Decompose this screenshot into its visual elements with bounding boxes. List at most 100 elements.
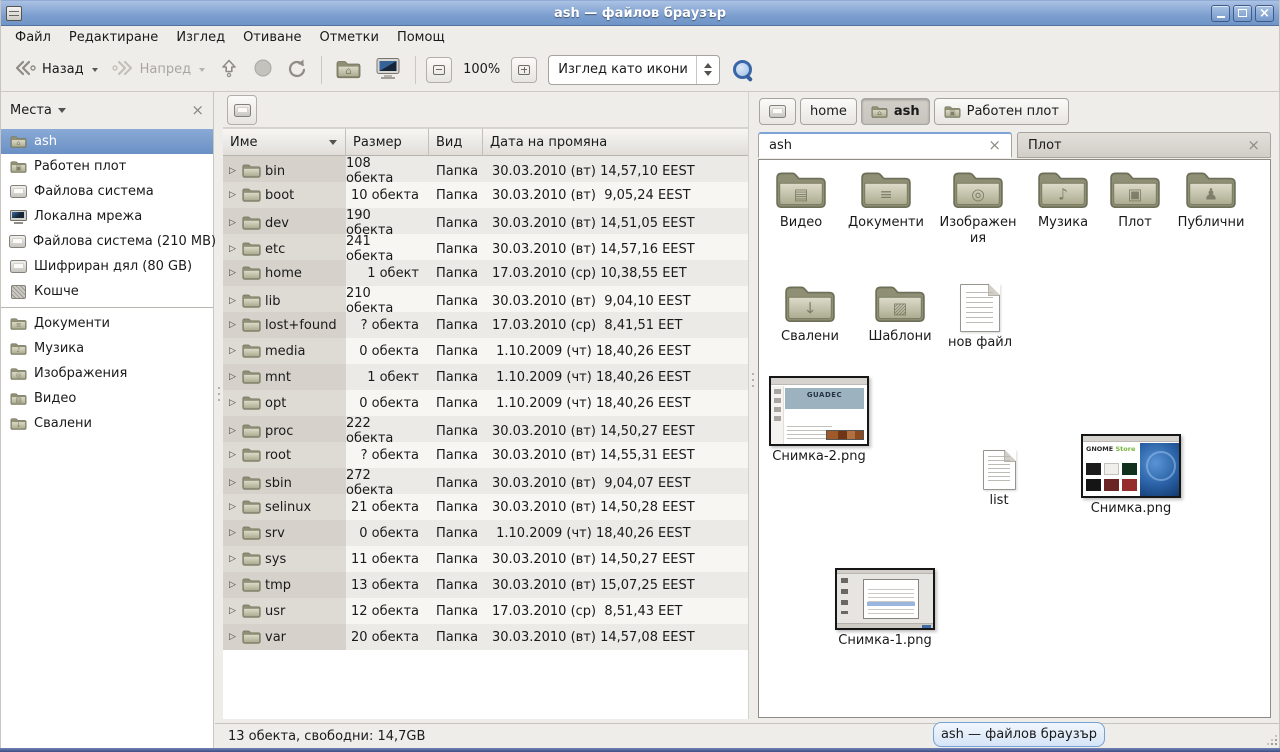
sidebar-item-10[interactable]: ▤Видео (1, 386, 213, 411)
sidebar-item-5[interactable]: Шифриран дял (80 GB) (1, 254, 213, 279)
view-mode-select[interactable]: Изглед като икони (548, 55, 720, 85)
table-row[interactable]: ▷selinux21 обектаПапка30.03.2010 (вт) 14… (223, 494, 748, 520)
icon-view-item-3[interactable]: ♪Музика (1027, 168, 1099, 231)
column-header-type[interactable]: Вид (429, 128, 483, 156)
pane-splitter[interactable] (215, 92, 223, 748)
expander-icon[interactable]: ▷ (227, 268, 238, 278)
pathbar-button-0[interactable] (759, 98, 796, 125)
sidebar-item-11[interactable]: ↓Свалени (1, 411, 213, 436)
tab-close-icon[interactable]: × (988, 138, 1001, 153)
search-icon[interactable] (732, 59, 753, 80)
icon-view-item-10[interactable]: list (969, 450, 1029, 509)
sidebar-item-4[interactable]: Файлова система (210 MB) (1, 229, 213, 254)
pathbar-button-1[interactable]: home (800, 98, 857, 125)
expander-icon[interactable]: ▷ (227, 346, 238, 356)
stop-button[interactable] (246, 53, 280, 87)
expander-icon[interactable]: ▷ (227, 372, 238, 382)
titlebar[interactable]: ash — файлов браузър × (1, 0, 1279, 26)
expander-icon[interactable]: ▷ (227, 296, 238, 306)
expander-icon[interactable]: ▷ (227, 398, 238, 408)
pathbar-button-3[interactable]: ▣Работен плот (934, 98, 1069, 125)
column-header-date[interactable]: Дата на промяна (483, 128, 748, 156)
sidebar-close-button[interactable]: × (191, 103, 204, 118)
expander-icon[interactable]: ▷ (227, 320, 238, 330)
sidebar-item-7[interactable]: ≡Документи (1, 311, 213, 336)
column-header-size[interactable]: Размер (346, 128, 429, 156)
icon-view-item-6[interactable]: ↓Свалени (771, 282, 849, 345)
menu-item-2[interactable]: Изглед (167, 28, 234, 47)
table-row[interactable]: ▷opt0 обектаПапка 1.10.2009 (чт) 18,40,2… (223, 390, 748, 416)
sidebar-header-label[interactable]: Места (10, 103, 52, 118)
expander-icon[interactable]: ▷ (227, 166, 238, 176)
icon-view-item-8[interactable]: нов файл (943, 284, 1017, 351)
table-row[interactable]: ▷home1 обектПапка17.03.2010 (ср) 10,38,5… (223, 260, 748, 286)
menu-item-4[interactable]: Отметки (310, 28, 387, 47)
expander-icon[interactable]: ▷ (227, 528, 238, 538)
expander-icon[interactable]: ▷ (227, 554, 238, 564)
menu-item-3[interactable]: Отиване (234, 28, 310, 47)
expander-icon[interactable]: ▷ (227, 190, 238, 200)
home-button[interactable]: ⌂ (329, 54, 368, 85)
icon-view-item-9[interactable]: GUADECСнимка-2.png (767, 376, 871, 465)
icon-view-item-12[interactable]: Снимка-1.png (831, 568, 939, 649)
menu-item-1[interactable]: Редактиране (60, 28, 167, 47)
tab-0[interactable]: ash× (758, 132, 1012, 158)
icon-view-item-5[interactable]: ♟Публични (1169, 168, 1253, 231)
table-row[interactable]: ▷tmp13 обектаПапка30.03.2010 (вт) 15,07,… (223, 572, 748, 598)
table-row[interactable]: ▷root? обектаПапка30.03.2010 (вт) 14,55,… (223, 442, 748, 468)
table-row[interactable]: ▷usr12 обектаПапка17.03.2010 (ср) 8,51,4… (223, 598, 748, 624)
up-button[interactable] (212, 53, 246, 87)
column-header-name[interactable]: Име (223, 128, 346, 156)
expander-icon[interactable]: ▷ (227, 606, 238, 616)
icon-view-item-1[interactable]: ≡Документи (843, 168, 929, 231)
menu-item-5[interactable]: Помощ (388, 28, 454, 47)
table-row[interactable]: ▷lost+found? обектаПапка17.03.2010 (ср) … (223, 312, 748, 338)
sidebar-item-6[interactable]: Кошче (1, 279, 213, 304)
pathbar-button-2[interactable]: ⌂ash (861, 98, 930, 125)
maximize-button[interactable] (1233, 5, 1252, 22)
filesystem-root-button[interactable] (227, 95, 257, 125)
menu-item-0[interactable]: Файл (6, 28, 60, 47)
expander-icon[interactable]: ▷ (227, 450, 238, 460)
expander-icon[interactable]: ▷ (227, 632, 238, 642)
close-button[interactable]: × (1255, 5, 1274, 22)
sidebar-item-8[interactable]: ♪Музика (1, 336, 213, 361)
icon-view[interactable]: ▤Видео≡Документи◎Изображения♪Музика▣Плот… (758, 159, 1271, 718)
icon-view-item-0[interactable]: ▤Видео (769, 168, 833, 231)
table-row[interactable]: ▷mnt1 обектПапка 1.10.2009 (чт) 18,40,26… (223, 364, 748, 390)
icon-view-item-2[interactable]: ◎Изображения (939, 168, 1017, 247)
expander-icon[interactable]: ▷ (227, 244, 238, 254)
expander-icon[interactable]: ▷ (227, 426, 238, 436)
expander-icon[interactable]: ▷ (227, 502, 238, 512)
minimize-button[interactable] (1211, 5, 1230, 22)
zoom-in-button[interactable] (511, 57, 537, 83)
expander-icon[interactable]: ▷ (227, 580, 238, 590)
chevron-down-icon[interactable] (58, 108, 66, 113)
taskbar-window-button[interactable]: ash — файлов браузър (933, 722, 1105, 747)
tab-1[interactable]: Плот× (1017, 132, 1271, 158)
table-row[interactable]: ▷srv0 обектаПапка 1.10.2009 (чт) 18,40,2… (223, 520, 748, 546)
sidebar-item-0[interactable]: ⌂ash (1, 129, 213, 154)
back-button[interactable]: Назад (7, 54, 105, 86)
icon-view-item-4[interactable]: ▣Плот (1105, 168, 1165, 231)
table-row[interactable]: ▷sbin272 обектаПапка30.03.2010 (вт) 9,04… (223, 468, 748, 494)
table-row[interactable]: ▷sys11 обектаПапка30.03.2010 (вт) 14,50,… (223, 546, 748, 572)
computer-button[interactable] (368, 52, 408, 88)
table-row[interactable]: ▷boot10 обектаПапка30.03.2010 (вт) 9,05,… (223, 182, 748, 208)
reload-button[interactable] (280, 53, 314, 87)
resize-grip-icon[interactable] (1265, 733, 1277, 745)
table-row[interactable]: ▷media0 обектаПапка 1.10.2009 (чт) 18,40… (223, 338, 748, 364)
table-row[interactable]: ▷dev190 обектаПапка30.03.2010 (вт) 14,51… (223, 208, 748, 234)
icon-view-item-7[interactable]: ▨Шаблони (859, 282, 941, 345)
pane-splitter[interactable] (749, 92, 756, 719)
zoom-out-button[interactable] (426, 57, 452, 83)
table-row[interactable]: ▷proc222 обектаПапка30.03.2010 (вт) 14,5… (223, 416, 748, 442)
sidebar-item-3[interactable]: Локална мрежа (1, 204, 213, 229)
sidebar-item-9[interactable]: ◎Изображения (1, 361, 213, 386)
table-row[interactable]: ▷lib210 обектаПапка30.03.2010 (вт) 9,04,… (223, 286, 748, 312)
table-row[interactable]: ▷bin108 обектаПапка30.03.2010 (вт) 14,57… (223, 156, 748, 182)
table-row[interactable]: ▷etc241 обектаПапка30.03.2010 (вт) 14,57… (223, 234, 748, 260)
tab-close-icon[interactable]: × (1247, 138, 1260, 153)
sidebar-item-1[interactable]: ▣Работен плот (1, 154, 213, 179)
expander-icon[interactable]: ▷ (227, 218, 238, 228)
